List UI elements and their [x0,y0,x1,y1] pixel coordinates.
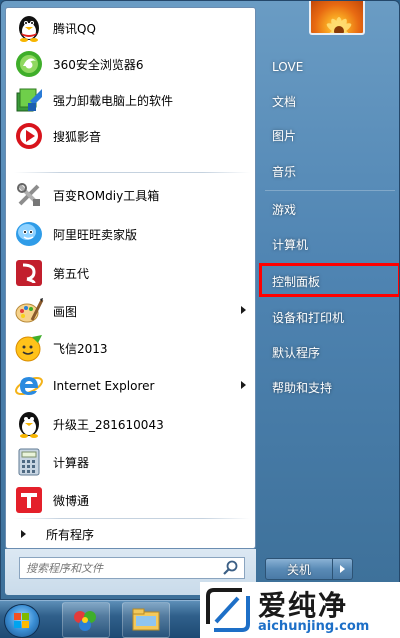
right-item-label: 计算机 [272,237,309,252]
shutdown-options-button[interactable] [333,558,353,580]
shutdown-label: 关机 [286,562,311,577]
right-item-label: 游戏 [272,202,297,217]
divider [14,172,250,173]
windows-logo-icon [14,613,29,628]
right-item-devices-printers[interactable]: 设备和打印机 [263,303,397,331]
360-browser-icon [13,48,45,80]
program-label: 360安全浏览器6 [53,57,144,72]
program-item-aliwangwang[interactable]: 阿里旺旺卖家版 [9,216,254,252]
program-item-sohu-video[interactable]: 搜狐影音 [9,118,254,154]
right-item-label: 设备和打印机 [272,310,345,325]
program-label: 腾讯QQ [53,21,96,36]
program-item-romdiy[interactable]: 百变ROMdiy工具箱 [9,177,254,213]
program-label: 百变ROMdiy工具箱 [53,188,160,203]
program-item-fetion[interactable]: 飞信2013 [9,330,254,366]
right-item-user[interactable]: LOVE [263,53,397,81]
right-item-label: 图片 [272,128,297,143]
search-box[interactable] [19,557,245,579]
right-item-pictures[interactable]: 图片 [263,121,397,149]
program-label: 飞信2013 [53,341,108,356]
divider [14,518,250,519]
right-item-documents[interactable]: 文档 [263,87,397,115]
folder-icon [132,608,160,631]
fetion-icon [13,332,45,364]
aichunjing-logo-icon [206,588,250,632]
watermark-title: 爱纯净 [258,589,349,622]
right-item-label: 音乐 [272,164,297,179]
expand-arrow-icon [21,530,26,538]
program-item-qq[interactable]: 腾讯QQ [9,10,254,46]
program-panel: 腾讯QQ 360安全浏览器6 强力卸载电脑上的软件 搜狐影音 百变ROMdiy工… [5,7,256,549]
penguin-icon [13,408,45,440]
rom-tool-icon [13,179,45,211]
uninstall-tool-icon [13,84,45,116]
shutdown-group: 关机 [265,558,355,580]
program-item-calculator[interactable]: 计算器 [9,444,254,480]
all-programs-button[interactable]: 所有程序 [9,521,254,547]
user-picture[interactable] [309,1,365,35]
program-item-internet-explorer[interactable]: Internet Explorer [9,368,254,404]
program-item-upgrade-king[interactable]: 升级王_281610043 [9,406,254,442]
program-label: 画图 [53,304,78,319]
right-item-label: LOVE [272,60,304,74]
right-item-label: 帮助和支持 [272,380,333,395]
taskbar-explorer-button[interactable] [122,602,170,638]
all-programs-label: 所有程序 [46,527,95,542]
program-item-paint[interactable]: 画图 [9,293,254,329]
right-item-label: 默认程序 [272,345,321,360]
program-item-weibotong[interactable]: 微博通 [9,482,254,518]
start-button[interactable] [4,604,40,638]
colorful-app-icon [74,611,96,631]
right-item-label: 文档 [272,94,297,109]
program-label: Internet Explorer [53,379,155,393]
program-label: 计算器 [53,455,90,470]
program-item-fifth-gen[interactable]: 第五代 [9,255,254,291]
shutdown-button[interactable]: 关机 [265,558,333,580]
program-label: 微博通 [53,493,90,508]
start-menu: 腾讯QQ 360安全浏览器6 强力卸载电脑上的软件 搜狐影音 百变ROMdiy工… [0,0,400,600]
chevron-right-icon [340,565,345,573]
fifth-gen-icon [13,257,45,289]
aliwangwang-icon [13,218,45,250]
program-item-uninstaller[interactable]: 强力卸载电脑上的软件 [9,82,254,118]
right-item-computer[interactable]: 计算机 [263,230,397,258]
divider [265,190,395,191]
taskbar-app-button[interactable] [62,602,110,638]
program-item-360-browser[interactable]: 360安全浏览器6 [9,46,254,82]
qq-penguin-icon [13,12,45,44]
submenu-arrow-icon [241,381,246,389]
program-label: 阿里旺旺卖家版 [53,227,138,242]
internet-explorer-icon [13,370,45,402]
search-icon[interactable] [222,559,240,577]
watermark: 爱纯净 aichunjing.com [200,582,400,638]
right-item-default-programs[interactable]: 默认程序 [263,338,397,366]
weibotong-icon [13,484,45,516]
watermark-url: aichunjing.com [258,619,370,634]
program-label: 升级王_281610043 [53,417,164,432]
paint-icon [13,295,45,327]
highlight-box [259,263,399,297]
right-item-help-support[interactable]: 帮助和支持 [263,373,397,401]
submenu-arrow-icon [241,306,246,314]
program-label: 强力卸载电脑上的软件 [53,93,174,108]
search-input[interactable] [20,559,222,577]
program-label: 搜狐影音 [53,129,102,144]
program-label: 第五代 [53,266,90,281]
calculator-icon [13,446,45,478]
sohu-video-icon [13,120,45,152]
right-item-music[interactable]: 音乐 [263,157,397,185]
right-item-games[interactable]: 游戏 [263,195,397,223]
